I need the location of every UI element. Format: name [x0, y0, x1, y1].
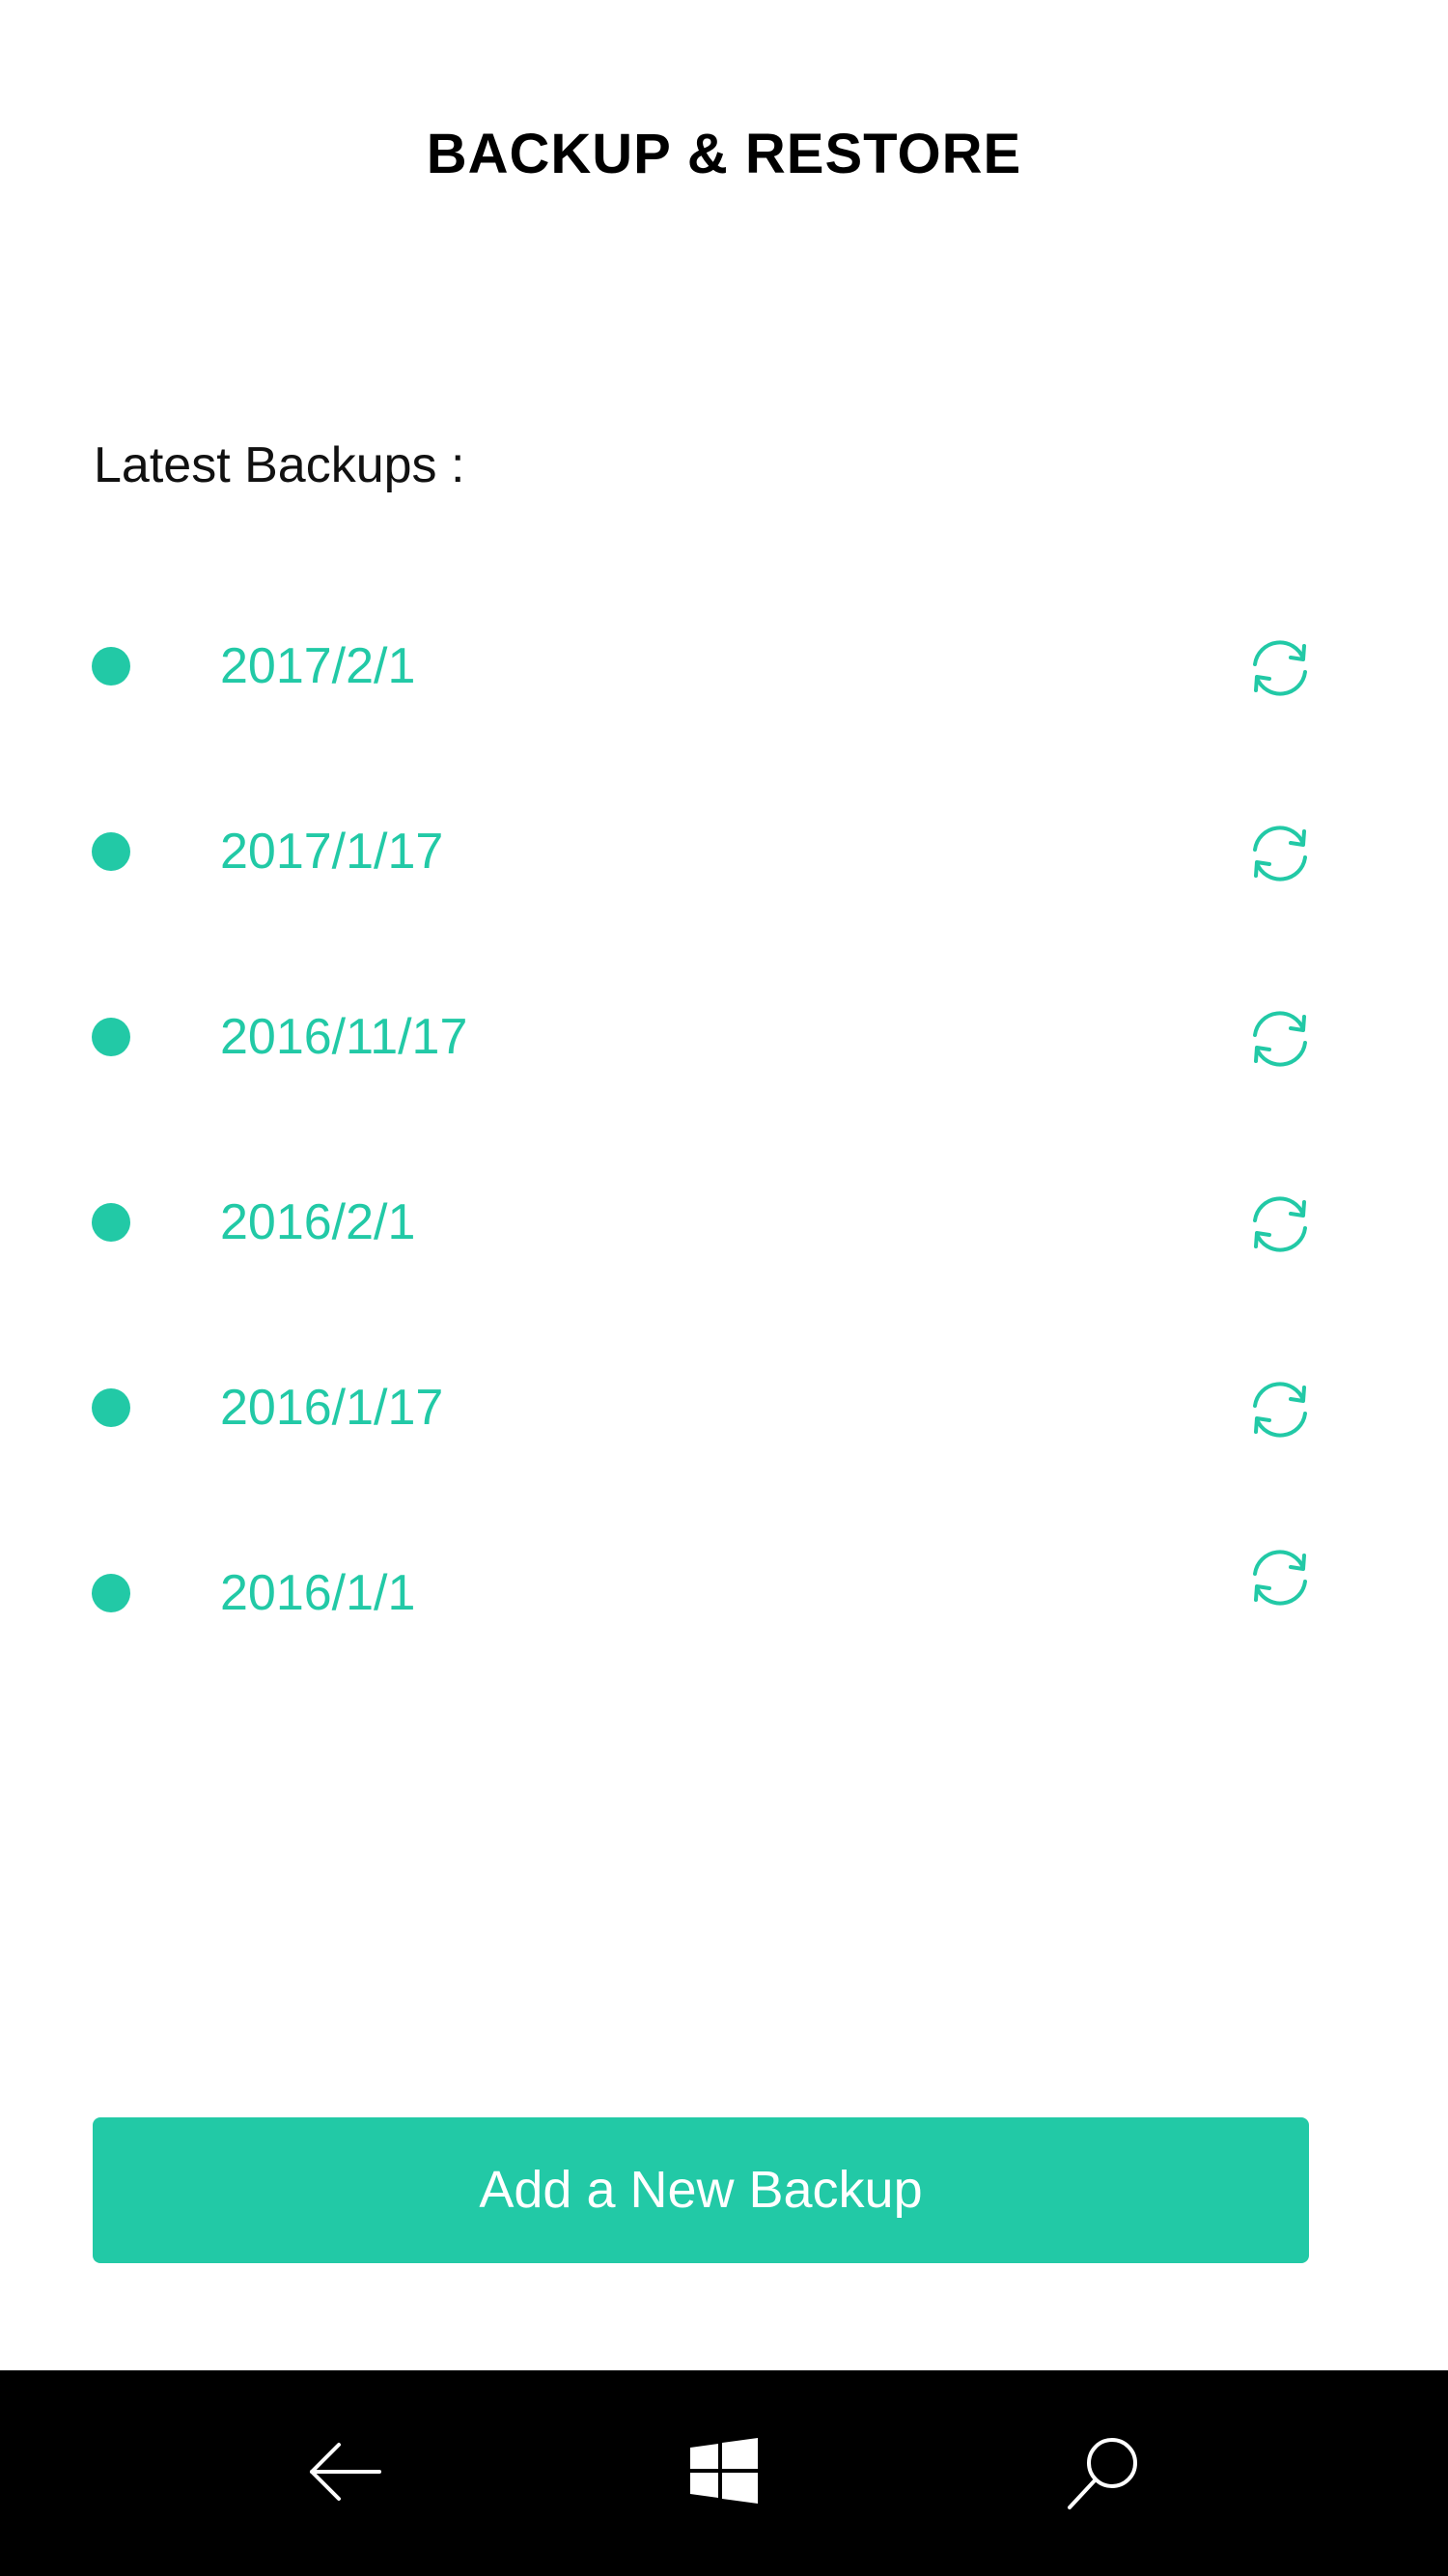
page-title: BACKUP & RESTORE — [426, 123, 1022, 185]
backup-list-item[interactable]: 2016/11/17 — [0, 979, 1448, 1095]
windows-logo-icon[interactable] — [671, 2419, 777, 2525]
system-nav-bar — [0, 2370, 1448, 2576]
sync-icon[interactable] — [1245, 1190, 1315, 1259]
bullet-dot-icon — [92, 647, 130, 686]
sync-icon[interactable] — [1245, 1543, 1315, 1612]
bullet-dot-icon — [92, 1388, 130, 1427]
backup-date: 2016/1/1 — [220, 1565, 416, 1621]
backup-list-item[interactable]: 2017/2/1 — [0, 608, 1448, 724]
sync-icon[interactable] — [1245, 1004, 1315, 1074]
backup-date: 2017/2/1 — [220, 638, 416, 694]
sync-icon[interactable] — [1245, 1375, 1315, 1444]
latest-backups-label: Latest Backups : — [94, 437, 465, 493]
backup-date: 2016/2/1 — [220, 1194, 416, 1250]
back-arrow-icon[interactable] — [292, 2419, 399, 2525]
backup-date: 2016/11/17 — [220, 1009, 468, 1065]
bullet-dot-icon — [92, 832, 130, 871]
sync-icon[interactable] — [1245, 633, 1315, 703]
backup-restore-screen: BACKUP & RESTORE Latest Backups : 2017/2… — [0, 0, 1448, 2576]
add-new-backup-button[interactable]: Add a New Backup — [93, 2117, 1309, 2263]
sync-icon[interactable] — [1245, 819, 1315, 888]
backup-list-item[interactable]: 2016/1/1 — [0, 1535, 1448, 1651]
backup-list-item[interactable]: 2017/1/17 — [0, 794, 1448, 910]
backup-list-item[interactable]: 2016/1/17 — [0, 1350, 1448, 1466]
bullet-dot-icon — [92, 1203, 130, 1242]
backup-date: 2016/1/17 — [220, 1380, 444, 1436]
backup-date: 2017/1/17 — [220, 824, 444, 880]
bullet-dot-icon — [92, 1018, 130, 1056]
bullet-dot-icon — [92, 1574, 130, 1612]
search-icon[interactable] — [1052, 2419, 1158, 2525]
backup-list-item[interactable]: 2016/2/1 — [0, 1164, 1448, 1280]
